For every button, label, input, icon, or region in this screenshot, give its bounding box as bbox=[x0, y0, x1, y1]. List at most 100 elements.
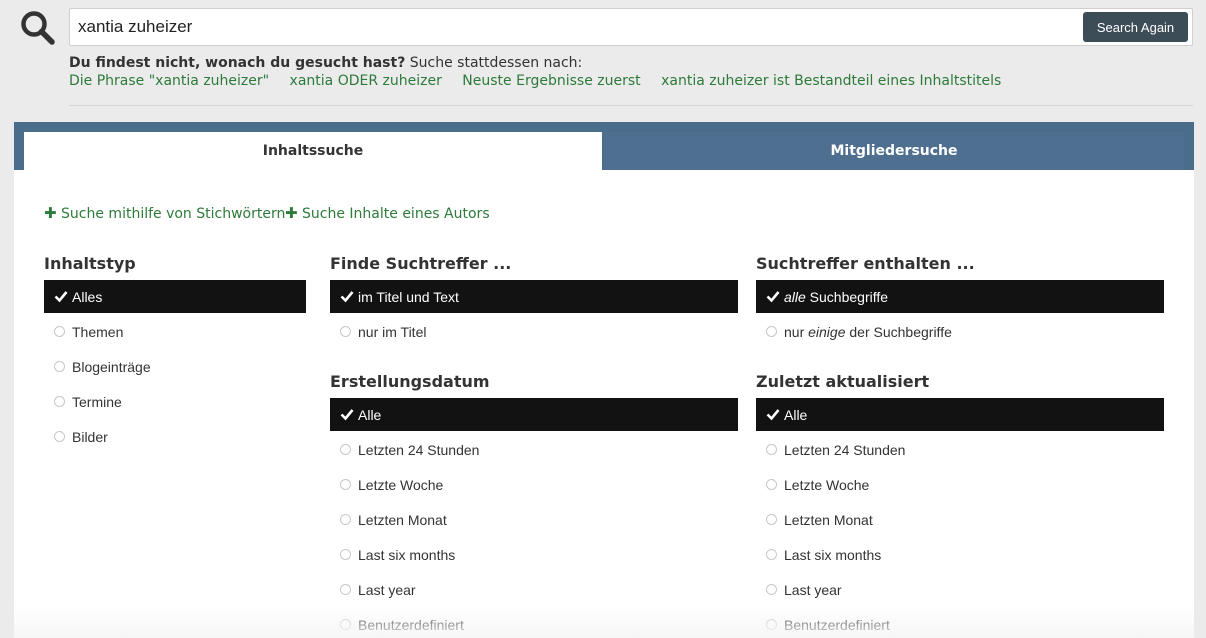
match-option-some[interactable]: nur einige der Suchbegriffe bbox=[756, 315, 1164, 348]
radio-icon bbox=[340, 514, 351, 525]
option-label: Letzte Woche bbox=[784, 476, 870, 493]
radio-icon bbox=[766, 479, 777, 490]
author-search-label: Suche Inhalte eines Autors bbox=[302, 206, 490, 222]
option-label: alle Suchbegriffe bbox=[784, 289, 888, 305]
option-label-rest: Suchbegriffe bbox=[805, 288, 889, 305]
keyword-search-label: Suche mithilfe von Stichwörtern bbox=[61, 206, 286, 222]
find-in-option-title-only[interactable]: nur im Titel bbox=[330, 315, 738, 348]
updated-title: Zuletzt aktualisiert bbox=[756, 372, 930, 391]
radio-icon bbox=[766, 326, 777, 337]
created-option-six-months[interactable]: Last six months bbox=[330, 538, 738, 571]
content-type-option-topics[interactable]: Themen bbox=[44, 315, 306, 348]
keyword-search-link[interactable]: ✚ Suche mithilfe von Stichwörtern bbox=[44, 204, 285, 222]
updated-option-month[interactable]: Letzten Monat bbox=[756, 503, 1164, 536]
updated-option-week[interactable]: Letzte Woche bbox=[756, 468, 1164, 501]
created-option-all[interactable]: Alle bbox=[330, 398, 738, 431]
option-label-pre: nur bbox=[784, 323, 809, 340]
suggestion-link-title[interactable]: xantia zuheizer ist Bestandteil eines In… bbox=[661, 73, 1001, 89]
option-label: Bilder bbox=[72, 428, 108, 445]
search-input[interactable] bbox=[78, 9, 1068, 45]
author-search-link[interactable]: ✚ Suche Inhalte eines Autors bbox=[285, 204, 490, 222]
check-icon bbox=[340, 291, 354, 303]
search-bar: Search Again bbox=[69, 8, 1193, 46]
created-option-24h[interactable]: Letzten 24 Stunden bbox=[330, 433, 738, 466]
check-icon bbox=[766, 409, 780, 421]
option-label: Letzten Monat bbox=[358, 511, 447, 528]
match-option-all[interactable]: alle Suchbegriffe bbox=[756, 280, 1164, 313]
suggestion-lead: Du findest nicht, wonach du gesucht hast… bbox=[69, 55, 406, 71]
find-in-option-title-text[interactable]: im Titel und Text bbox=[330, 280, 738, 313]
updated-option-six-months[interactable]: Last six months bbox=[756, 538, 1164, 571]
updated-option-custom[interactable]: Benutzerdefiniert bbox=[756, 608, 1164, 638]
suggestion-link-or[interactable]: xantia ODER zuheizer bbox=[290, 73, 442, 89]
option-label: Letzte Woche bbox=[358, 476, 444, 493]
radio-icon bbox=[54, 326, 65, 337]
content-type-option-blogs[interactable]: Blogeinträge bbox=[44, 350, 306, 383]
radio-icon bbox=[54, 361, 65, 372]
content-type-option-all[interactable]: Alles bbox=[44, 280, 306, 313]
updated-option-year[interactable]: Last year bbox=[756, 573, 1164, 606]
radio-icon bbox=[340, 549, 351, 560]
option-label: Last year bbox=[784, 581, 842, 598]
option-label: Letzten 24 Stunden bbox=[358, 441, 480, 458]
content-type-option-images[interactable]: Bilder bbox=[44, 420, 306, 453]
radio-icon bbox=[766, 514, 777, 525]
suggestion-rest: Suche stattdessen nach: bbox=[405, 55, 583, 71]
created-option-custom[interactable]: Benutzerdefiniert bbox=[330, 608, 738, 638]
suggestion-text: Du findest nicht, wonach du gesucht hast… bbox=[69, 54, 582, 71]
suggestion-link-newest[interactable]: Neuste Ergebnisse zuerst bbox=[462, 73, 640, 89]
search-again-button[interactable]: Search Again bbox=[1083, 12, 1188, 42]
option-label: Termine bbox=[72, 393, 122, 410]
radio-icon bbox=[766, 444, 777, 455]
option-label: Alle bbox=[784, 406, 808, 423]
option-label-em: alle bbox=[784, 288, 806, 305]
created-option-month[interactable]: Letzten Monat bbox=[330, 503, 738, 536]
option-label: im Titel und Text bbox=[358, 288, 459, 305]
created-option-week[interactable]: Letzte Woche bbox=[330, 468, 738, 501]
radio-icon bbox=[54, 431, 65, 442]
radio-icon bbox=[766, 549, 777, 560]
radio-icon bbox=[54, 396, 65, 407]
radio-icon bbox=[766, 619, 777, 630]
tab-member-search[interactable]: Mitgliedersuche bbox=[604, 132, 1184, 170]
created-option-year[interactable]: Last year bbox=[330, 573, 738, 606]
search-form-panel: ✚ Suche mithilfe von Stichwörtern ✚ Such… bbox=[14, 170, 1194, 638]
radio-icon bbox=[340, 479, 351, 490]
content-type-option-events[interactable]: Termine bbox=[44, 385, 306, 418]
suggestion-link-phrase[interactable]: Die Phrase "xantia zuheizer" bbox=[69, 73, 269, 89]
check-icon bbox=[340, 409, 354, 421]
option-label-em: einige bbox=[808, 323, 846, 340]
radio-icon bbox=[340, 619, 351, 630]
option-label-rest: der Suchbegriffe bbox=[845, 323, 952, 340]
find-in-title: Finde Suchtreffer ... bbox=[330, 254, 512, 273]
option-label: Benutzerdefiniert bbox=[358, 616, 464, 633]
match-title: Suchtreffer enthalten ... bbox=[756, 254, 975, 273]
option-label: Alle bbox=[358, 406, 382, 423]
option-label: nur im Titel bbox=[358, 323, 427, 340]
option-label: Last six months bbox=[784, 546, 882, 563]
search-tabs: Inhaltssuche Mitgliedersuche bbox=[14, 122, 1194, 170]
plus-icon: ✚ bbox=[285, 204, 298, 222]
option-label: Last year bbox=[358, 581, 416, 598]
suggestion-links: Die Phrase "xantia zuheizer" xantia ODER… bbox=[69, 73, 1017, 89]
created-title: Erstellungsdatum bbox=[330, 372, 490, 391]
updated-option-24h[interactable]: Letzten 24 Stunden bbox=[756, 433, 1164, 466]
divider bbox=[69, 105, 1193, 106]
option-label: Last six months bbox=[358, 546, 456, 563]
option-label: nur einige der Suchbegriffe bbox=[784, 324, 952, 340]
radio-icon bbox=[766, 584, 777, 595]
option-label: Blogeinträge bbox=[72, 358, 151, 375]
updated-option-all[interactable]: Alle bbox=[756, 398, 1164, 431]
option-label: Themen bbox=[72, 323, 124, 340]
content-type-title: Inhaltstyp bbox=[44, 254, 136, 273]
check-icon bbox=[766, 291, 780, 303]
option-label: Letzten 24 Stunden bbox=[784, 441, 906, 458]
radio-icon bbox=[340, 326, 351, 337]
tab-content-search[interactable]: Inhaltssuche bbox=[24, 132, 602, 170]
check-icon bbox=[54, 291, 68, 303]
option-label: Letzten Monat bbox=[784, 511, 873, 528]
option-label: Alles bbox=[72, 288, 103, 305]
plus-icon: ✚ bbox=[44, 204, 57, 222]
radio-icon bbox=[340, 444, 351, 455]
search-icon bbox=[21, 11, 55, 45]
